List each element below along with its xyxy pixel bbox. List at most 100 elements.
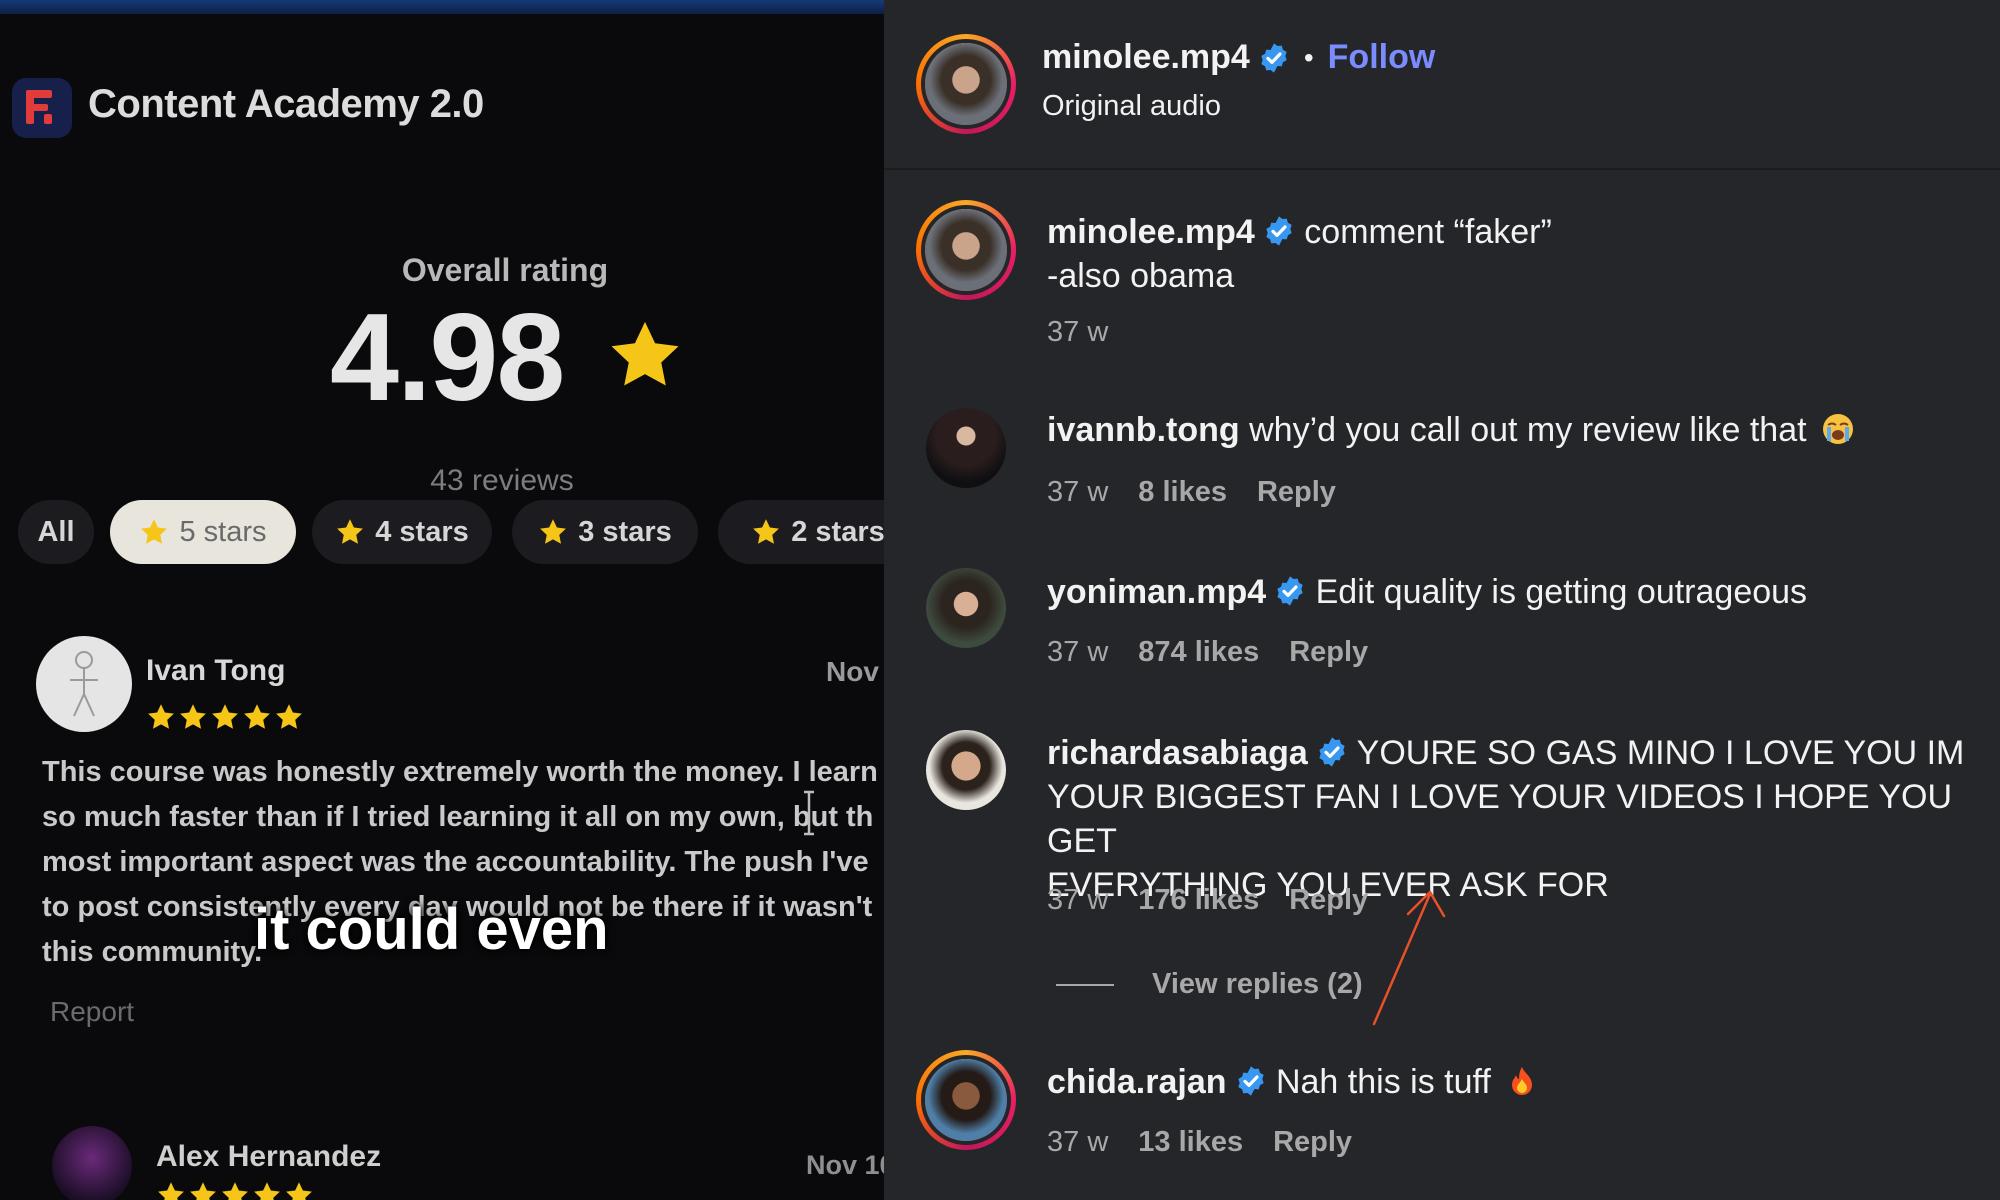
fire-icon xyxy=(1512,1067,1533,1095)
star-icon xyxy=(335,517,365,547)
avatar[interactable] xyxy=(916,1050,1016,1150)
avatar[interactable] xyxy=(916,34,1016,134)
filter-label: 5 stars xyxy=(179,515,267,548)
comment-text: Nah this is tuff xyxy=(1275,1063,1491,1101)
reply-button[interactable]: Reply xyxy=(1289,636,1368,669)
comment-meta: 37 w 13 likes Reply xyxy=(1047,1126,1352,1159)
avatar[interactable] xyxy=(926,408,1006,488)
filter-all[interactable]: All xyxy=(18,500,94,564)
comment-age: 37 w xyxy=(1047,476,1109,508)
star-icon xyxy=(274,702,304,732)
filter-3-stars[interactable]: 3 stars xyxy=(512,500,698,564)
comment-text: comment “faker” xyxy=(1304,213,1552,251)
star-icon xyxy=(178,702,208,732)
post-header: minolee.mp4 • Follow Original audio xyxy=(884,0,2000,170)
comment-username[interactable]: yoniman.mp4 xyxy=(1047,573,1266,611)
comment-likes[interactable]: 8 likes xyxy=(1138,476,1227,509)
star-icon xyxy=(751,517,781,547)
video-caption: it could even xyxy=(254,897,609,962)
avatar[interactable] xyxy=(926,568,1006,648)
star-icon xyxy=(146,702,176,732)
review-date: Nov 10 xyxy=(806,1150,884,1180)
view-replies-label: View replies (2) xyxy=(1152,968,1363,1000)
reviewer-name: Alex Hernandez xyxy=(156,1140,382,1173)
comment-body: minolee.mp4 comment “faker” -also obama xyxy=(1047,210,1552,298)
verified-badge-icon xyxy=(1258,42,1290,74)
follow-button[interactable]: Follow xyxy=(1328,38,1436,77)
filter-label: 4 stars xyxy=(375,515,469,548)
divider xyxy=(1056,983,1114,986)
comment-text: YOUR BIGGEST FAN I LOVE YOUR VIDEOS I HO… xyxy=(1047,778,1953,860)
comment-username[interactable]: richardasabiaga xyxy=(1047,734,1308,772)
comment-body: ivannb.tong why’d you call out my review… xyxy=(1047,408,1854,452)
review-line: This course was honestly extremely worth… xyxy=(42,756,878,788)
filter-5-stars[interactable]: 5 stars xyxy=(110,500,296,564)
loudly-crying-face-icon xyxy=(1823,414,1854,444)
comment-username[interactable]: minolee.mp4 xyxy=(1047,213,1255,251)
reviewer-avatar xyxy=(52,1126,132,1200)
post-username[interactable]: minolee.mp4 xyxy=(1042,38,1250,77)
review-line: so much faster than if I tried learning … xyxy=(42,801,874,833)
report-link[interactable]: Report xyxy=(50,996,134,1028)
verified-badge-icon xyxy=(1235,1065,1267,1097)
reply-button[interactable]: Reply xyxy=(1289,884,1368,917)
reviewer-avatar xyxy=(36,636,132,732)
reviews-count: 43 reviews xyxy=(430,464,574,497)
reply-button[interactable]: Reply xyxy=(1273,1126,1352,1159)
separator: • xyxy=(1303,41,1314,73)
filter-label: 3 stars xyxy=(578,515,672,548)
comment-age: 37 w xyxy=(1047,636,1109,668)
comment-age: 37 w xyxy=(1047,1126,1109,1158)
avatar[interactable] xyxy=(916,200,1016,300)
star-icon xyxy=(538,517,568,547)
star-icon xyxy=(284,1180,314,1200)
view-replies-button[interactable]: View replies (2) xyxy=(1056,968,1363,1001)
app-title: Content Academy 2.0 xyxy=(88,82,484,126)
comment-body: yoniman.mp4 Edit quality is getting outr… xyxy=(1047,570,1807,614)
original-audio-link[interactable]: Original audio xyxy=(1042,90,1221,123)
comment-likes[interactable]: 176 likes xyxy=(1138,884,1259,917)
star-icon xyxy=(242,702,272,732)
filter-label: All xyxy=(37,515,75,548)
comment-text: YOURE SO GAS MINO I LOVE YOU IM xyxy=(1356,734,1965,772)
content-academy-logo xyxy=(12,78,72,138)
comment-body: richardasabiaga YOURE SO GAS MINO I LOVE… xyxy=(1047,731,1987,907)
star-icon xyxy=(606,316,684,394)
star-icon xyxy=(252,1180,282,1200)
comment-text: why’d you call out my review like that xyxy=(1249,411,1807,449)
overall-rating-label: Overall rating xyxy=(401,252,609,288)
avatar[interactable] xyxy=(926,730,1006,810)
comment-meta: 37 w xyxy=(1047,316,1108,349)
comment-username[interactable]: chida.rajan xyxy=(1047,1063,1227,1101)
filter-label: 2 stars xyxy=(791,515,884,548)
review-line: most important aspect was the accountabi… xyxy=(42,846,869,878)
comment-meta: 37 w 8 likes Reply xyxy=(1047,476,1336,509)
comment-age: 37 w xyxy=(1047,316,1109,348)
video-frame: Content Academy 2.0 Overall rating 4.98 … xyxy=(0,0,884,1200)
verified-badge-icon xyxy=(1263,215,1295,247)
review-stars xyxy=(156,1180,314,1200)
overall-rating-value: 4.98 xyxy=(330,289,565,427)
star-icon xyxy=(220,1180,250,1200)
reviewer-name: Ivan Tong xyxy=(146,654,286,687)
star-icon xyxy=(139,517,169,547)
comment-age: 37 w xyxy=(1047,884,1109,916)
comment-username[interactable]: ivannb.tong xyxy=(1047,411,1240,449)
text-cursor-icon xyxy=(804,790,814,836)
comment-body: chida.rajan Nah this is tuff xyxy=(1047,1060,1538,1104)
comment-text: Edit quality is getting outrageous xyxy=(1315,573,1808,611)
comment-meta: 37 w 176 likes Reply xyxy=(1047,884,1368,917)
verified-badge-icon xyxy=(1274,575,1306,607)
comment-text: -also obama xyxy=(1047,257,1235,295)
verified-badge-icon xyxy=(1316,736,1348,768)
reply-button[interactable]: Reply xyxy=(1257,476,1336,509)
star-icon xyxy=(156,1180,186,1200)
comment-meta: 37 w 874 likes Reply xyxy=(1047,636,1368,669)
annotation-arrow-icon xyxy=(1372,890,1446,1026)
filter-2-stars[interactable]: 2 stars xyxy=(718,500,884,564)
review-stars xyxy=(146,702,304,732)
comment-likes[interactable]: 874 likes xyxy=(1138,636,1259,669)
filter-4-stars[interactable]: 4 stars xyxy=(312,500,492,564)
star-icon xyxy=(188,1180,218,1200)
comment-likes[interactable]: 13 likes xyxy=(1138,1126,1243,1159)
